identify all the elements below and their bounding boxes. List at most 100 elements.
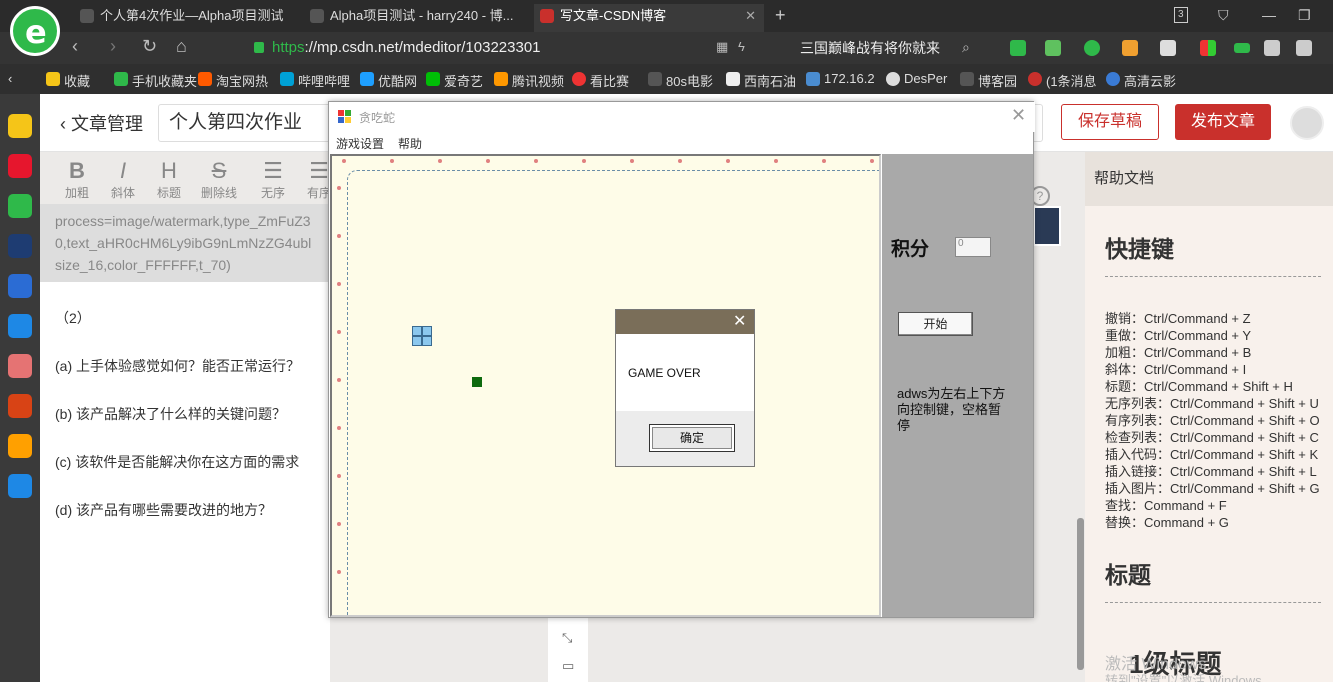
home-icon[interactable]: ⌂ [176, 36, 187, 57]
tab-count-badge[interactable]: 3 [1174, 7, 1188, 23]
apps-icon[interactable] [1200, 40, 1216, 56]
game-icon[interactable] [8, 354, 32, 378]
game-over-dialog: ✕ GAME OVER 确定 [615, 309, 755, 467]
forward-icon[interactable]: › [110, 36, 116, 57]
bookmark-tencent-video[interactable]: 腾讯视频 [494, 71, 564, 90]
bookmark-github[interactable]: DesPer [886, 71, 947, 86]
bookmark-bilibili[interactable]: 哔哩哔哩 [280, 71, 350, 90]
close-tab-icon[interactable]: ✕ [745, 4, 756, 28]
translate-icon[interactable] [1084, 40, 1100, 56]
bookmark-iqiyi[interactable]: 爱奇艺 [426, 71, 483, 90]
game-sidepanel: 积分 0 开始 adws为左右上下方向控制键，空格暂停 [882, 154, 1033, 617]
italic-button[interactable]: I 斜体 [100, 158, 146, 201]
border-dot [774, 159, 778, 163]
chat-icon[interactable] [8, 314, 32, 338]
close-icon[interactable]: ✕ [1011, 105, 1026, 126]
border-dot [337, 282, 341, 286]
tab-csdn-write[interactable]: 写文章-CSDN博客 ✕ [534, 4, 764, 32]
shortcuts-heading: 快捷键 [1105, 236, 1174, 262]
collapse-icon[interactable]: ‹ [8, 71, 12, 86]
shirt-icon[interactable]: ⛉ [1218, 0, 1229, 30]
weibo-icon[interactable] [8, 154, 32, 178]
back-to-articles[interactable]: ‹ 文章管理 [60, 110, 143, 136]
bookmark-80s[interactable]: 80s电影 [648, 71, 713, 90]
page-icon [726, 72, 740, 86]
undo-icon[interactable] [1296, 40, 1312, 56]
border-dot [678, 159, 682, 163]
bookmark-hd-movies[interactable]: 高清云影 [1106, 71, 1176, 90]
maximize-icon[interactable]: ❐ [1298, 0, 1311, 30]
code-block: process=image/watermark,type_ZmFuZ3 0,te… [40, 204, 330, 282]
bookmark-cnblogs[interactable]: 博客园 [960, 71, 1017, 90]
bookmark-youku[interactable]: 优酷网 [360, 71, 417, 90]
back-icon[interactable]: ‹ [72, 36, 78, 57]
border-dot [342, 159, 346, 163]
preview-tools: ⤡ ▭ [548, 614, 588, 682]
scrollbar[interactable] [1077, 518, 1084, 670]
browser-logo[interactable]: e [10, 6, 60, 56]
bookmark-csdn-messages[interactable]: (1条消息 [1028, 71, 1097, 90]
bookmark-label: (1条消息 [1046, 74, 1097, 89]
shield-icon[interactable] [1122, 40, 1138, 56]
news-icon[interactable] [8, 234, 32, 258]
bookmark-swpu[interactable]: 西南石油 [726, 71, 796, 90]
pubg-icon[interactable] [8, 434, 32, 458]
csdn-icon [540, 9, 554, 23]
unordered-list-button[interactable]: ☰ 无序 [250, 158, 296, 201]
search-icon[interactable]: ⌕ [962, 39, 970, 56]
headphones-icon[interactable] [1264, 40, 1280, 56]
tab-alpha-assignment[interactable]: 个人第4次作业—Alpha项目测试 [74, 4, 304, 32]
paragraph: (c) 该软件是否能解决你在这方面的需求 [55, 454, 300, 470]
tab-bar: 个人第4次作业—Alpha项目测试 Alpha项目测试 - harry240 -… [0, 0, 1333, 32]
markdown-editor[interactable]: process=image/watermark,type_ZmFuZ3 0,te… [40, 204, 330, 682]
bookmark-sports[interactable]: 看比赛 [572, 71, 629, 90]
url-field[interactable]: https://mp.csdn.net/mdeditor/103223301 [230, 36, 790, 60]
heading-button[interactable]: H 标题 [146, 158, 192, 201]
minimize-icon[interactable]: — [1262, 0, 1276, 30]
bookmark-label: 西南石油 [744, 74, 797, 89]
menu-game-settings[interactable]: 游戏设置 [336, 135, 384, 152]
bookmark-label: 高清云影 [1124, 74, 1177, 89]
word-icon[interactable] [8, 274, 32, 298]
hero-icon[interactable] [8, 394, 32, 418]
avatar[interactable] [1290, 106, 1324, 140]
monitor-icon[interactable]: ▭ [562, 658, 574, 674]
bookmark-taobao[interactable]: 淘宝网热 [198, 71, 268, 90]
gamepad-icon[interactable] [1160, 40, 1176, 56]
ok-button[interactable]: 确定 [649, 424, 735, 452]
bookmark-ip[interactable]: 172.16.2 [806, 71, 875, 86]
toolbar-label: 加粗 [64, 186, 89, 200]
lightning-icon[interactable]: ϟ [738, 39, 745, 54]
publish-button[interactable]: 发布文章 [1175, 104, 1271, 140]
strikethrough-button[interactable]: S 删除线 [196, 158, 242, 201]
expand-icon[interactable]: ⤡ [562, 630, 572, 646]
p-icon[interactable] [8, 474, 32, 498]
bookmark-mobile[interactable]: 手机收藏夹 [114, 71, 197, 90]
border-dot [582, 159, 586, 163]
site-icon [310, 9, 324, 23]
menu-help[interactable]: 帮助 [398, 135, 422, 152]
mail-icon[interactable] [8, 194, 32, 218]
toolbar-label: 斜体 [110, 186, 135, 200]
game-field[interactable] [330, 154, 881, 617]
close-icon[interactable]: ✕ [733, 311, 746, 331]
tab-alpha-cnblogs[interactable]: Alpha项目测试 - harry240 - 博... [304, 4, 534, 32]
chevron-left-icon: ‹ [60, 114, 71, 134]
bookmark-label: DesPer [904, 71, 948, 86]
code-line: size_16,color_FFFFFF,t_70) [55, 257, 231, 273]
save-draft-button[interactable]: 保存草稿 [1061, 104, 1159, 140]
paragraph: (d) 该产品有哪些需要改进的地方？ [55, 502, 272, 518]
favorites-icon[interactable] [8, 114, 32, 138]
start-button[interactable]: 开始 [898, 312, 973, 336]
refresh-icon[interactable]: ↻ [142, 36, 157, 57]
scissors-icon[interactable] [1045, 40, 1061, 56]
extension-icon[interactable] [1010, 40, 1026, 56]
qr-icon[interactable]: ▦ [716, 39, 728, 55]
search-input[interactable]: 三国巅峰战有将你就来 [790, 36, 990, 60]
youku-icon [360, 72, 374, 86]
battery-icon[interactable] [1234, 43, 1250, 53]
bold-button[interactable]: B 加粗 [54, 158, 100, 201]
new-tab-icon[interactable]: + [775, 0, 786, 30]
bookmark-favorites[interactable]: 收藏 [46, 71, 90, 90]
bookmark-label: 手机收藏夹 [132, 74, 198, 89]
